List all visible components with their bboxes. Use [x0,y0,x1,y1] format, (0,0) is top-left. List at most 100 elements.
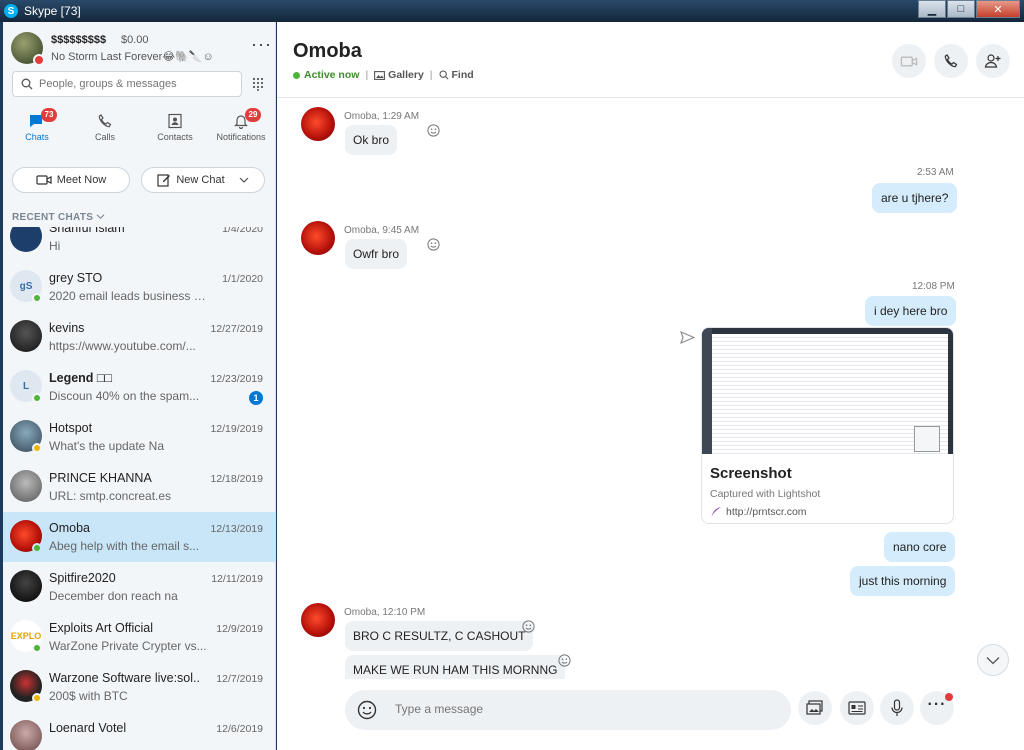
recent-chats-header[interactable]: RECENT CHATS [12,212,105,223]
more-options-icon[interactable]: ··· [251,34,272,55]
contact-avatar [10,470,42,502]
conversation-header: Omoba Active now | Gallery | Find [277,22,1024,98]
sender-avatar[interactable] [301,107,335,141]
message-bubble-outgoing[interactable]: are u tjhere? [872,183,958,213]
tab-contacts[interactable]: Contacts [145,110,205,142]
chat-date: 12/19/2019 [210,423,263,435]
phone-icon [98,114,112,128]
maximize-button[interactable]: □ [947,0,975,18]
new-chat-label: New Chat [176,174,225,186]
add-reaction-icon[interactable] [427,238,440,251]
avatar-initials: EXPLO [10,631,42,641]
more-options-icon: ··· [927,696,947,713]
chat-name: Warzone Software live:sol... [49,671,199,685]
video-camera-icon [900,56,918,66]
audio-message-button[interactable] [880,691,914,725]
profile-name: $$$$$$$$$ [51,34,107,46]
chat-row-prince-khanna[interactable]: PRINCE KHANNA 12/18/2019 URL: smtp.concr… [3,462,275,512]
message-bubble-incoming[interactable]: BRO C RESULTZ, C CASHOUT [345,621,534,651]
contact-card-icon [848,701,866,715]
add-reaction-icon[interactable] [522,620,535,633]
contact-avatar [10,720,42,750]
conversation-subinfo: Active now | Gallery | Find [293,69,474,81]
chat-preview: URL: smtp.concreat.es [49,489,172,503]
tab-chats[interactable]: 73 Chats [7,108,67,142]
close-window-button[interactable]: ✕ [976,0,1020,18]
emoji-icon[interactable] [357,700,377,720]
message-list: Omoba, 1:29 AM Ok bro 2:53 AM are u tjhe… [277,99,1024,679]
conversation-title[interactable]: Omoba [293,40,362,63]
message-bubble-incoming[interactable]: Ok bro [345,125,398,155]
message-input[interactable] [395,702,775,716]
link-preview-card[interactable]: Screenshot Captured with Lightshot http:… [701,327,954,524]
tab-calls[interactable]: Calls [75,110,135,142]
message-bubble-outgoing[interactable]: nano core [884,532,956,562]
chat-row-kevins[interactable]: kevins 12/27/2019 https://www.youtube.co… [3,312,275,362]
link-preview-url[interactable]: http://prntscr.com [710,506,807,518]
add-people-button[interactable] [976,44,1010,78]
profile-mood: No Storm Last Forever😂🐘🔪☺ [51,51,214,63]
chat-row-spitfire2020[interactable]: Spitfire2020 12/11/2019 December don rea… [3,562,275,612]
chat-row-warzone-software[interactable]: Warzone Software live:sol... 12/7/2019 2… [3,662,275,712]
minimize-button[interactable]: ▁ [918,0,946,18]
chat-row-omoba[interactable]: Omoba 12/13/2019 Abeg help with the emai… [3,512,275,562]
message-composer[interactable] [345,690,791,730]
new-chat-button[interactable]: New Chat [141,167,265,193]
meet-now-button[interactable]: Meet Now [12,167,130,193]
chat-row-grey-sto[interactable]: gS grey STO 1/1/2020 2020 email leads bu… [3,262,275,312]
message-bubble-incoming[interactable]: MAKE WE RUN HAM THIS MORNNG [345,655,566,679]
message-bubble-outgoing[interactable]: just this morning [850,566,956,596]
scroll-to-bottom-button[interactable] [977,644,1009,676]
avatar-initials: L [22,380,30,392]
chat-row-shariful-islam[interactable]: Shariful Islam 1/4/2020 Hi [3,227,275,262]
audio-call-button[interactable] [934,44,968,78]
message-sender-time: Omoba, 12:10 PM [344,607,426,618]
chat-preview: December don reach na [49,589,178,603]
chat-row-legend[interactable]: L Legend □□ 12/23/2019 Discoun 40% on th… [3,362,275,412]
avatar-initials: gS [19,280,33,292]
gallery-link[interactable]: Gallery [374,69,424,81]
gallery-label: Gallery [388,69,424,81]
search-input[interactable] [39,78,229,90]
notification-dot [945,693,953,701]
forward-icon[interactable] [680,331,695,344]
tab-notifications[interactable]: 29 Notifications [211,108,271,142]
chat-name: Shariful Islam [49,227,125,235]
message-bubble-outgoing[interactable]: i dey here bro [865,296,957,326]
chat-name: PRINCE KHANNA [49,471,152,485]
add-reaction-icon[interactable] [427,124,440,137]
add-reaction-icon[interactable] [558,654,571,667]
profile-balance[interactable]: $0.00 [121,34,149,46]
message-time: 12:08 PM [912,281,955,292]
profile-header[interactable]: $$$$$$$$$ $0.00 No Storm Last Forever😂🐘🔪… [11,30,271,70]
chat-date: 12/13/2019 [210,523,263,535]
status-online-indicator [32,393,42,403]
send-contact-button[interactable] [840,691,874,725]
video-camera-icon [36,175,52,185]
chat-date: 12/23/2019 [210,373,263,385]
search-icon [438,70,449,80]
sender-avatar[interactable] [301,221,335,255]
chat-row-exploits-art-official[interactable]: EXPLO Exploits Art Official 12/9/2019 Wa… [3,612,275,662]
window-title: Skype [73] [24,4,81,18]
dialpad-icon[interactable] [245,71,271,97]
chat-date: 1/1/2020 [222,273,263,285]
chat-date: 12/11/2019 [211,573,263,585]
chat-row-hotspot[interactable]: Hotspot 12/19/2019 What's the update Na [3,412,275,462]
status-away-indicator [32,693,42,703]
sender-avatar[interactable] [301,603,335,637]
chat-row-loenard-votel[interactable]: Loenard Votel 12/6/2019 [3,712,275,750]
send-media-button[interactable] [798,691,832,725]
add-person-icon [984,54,1001,68]
chat-name: Loenard Votel [49,721,127,735]
message-bubble-incoming[interactable]: Owfr bro [345,239,408,269]
video-call-button[interactable] [892,44,926,78]
chevron-down-icon [96,214,105,220]
search-box[interactable] [12,71,242,97]
chat-preview: Hi [49,239,61,253]
sidebar: $$$$$$$$$ $0.00 No Storm Last Forever😂🐘🔪… [3,22,276,750]
unread-count-badge: 1 [249,391,263,405]
image-gallery-icon [806,700,823,715]
find-link[interactable]: Find [438,69,474,81]
contact-avatar [10,320,42,352]
